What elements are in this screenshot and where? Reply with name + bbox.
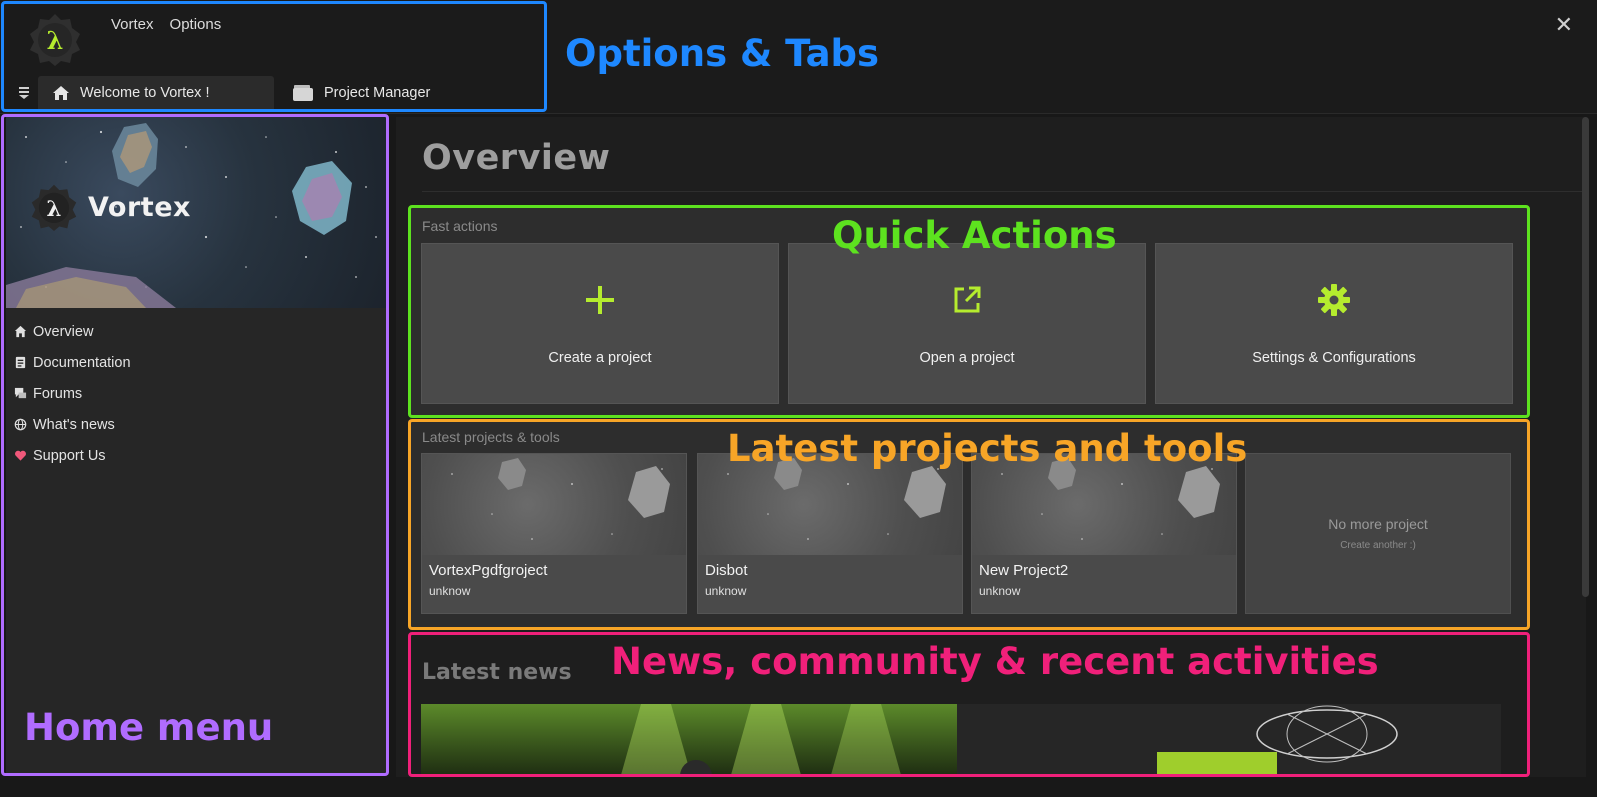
home-icon — [53, 86, 69, 100]
no-more-project-subtitle: Create another :) — [1340, 540, 1416, 551]
tab-welcome-label: Welcome to Vortex ! — [80, 85, 210, 101]
tab-project-manager[interactable]: Project Manager — [278, 76, 478, 110]
home-menu: λ Vortex Overview Documentation Forums W… — [6, 117, 389, 775]
news-image-art — [1157, 705, 1398, 775]
tab-menu-toggle[interactable] — [10, 76, 38, 110]
menu-bar: Vortex Options — [111, 16, 221, 33]
svg-text:λ: λ — [47, 197, 62, 222]
title-bar: λ Vortex Options ✕ Welcome to Vortex ! P… — [0, 0, 1597, 114]
document-icon — [15, 356, 26, 369]
vortex-logo-icon: λ — [31, 184, 77, 231]
project-card[interactable]: VortexPgdfgroject unknow — [421, 453, 687, 614]
project-name: New Project2 — [979, 562, 1069, 579]
app-logo-icon[interactable]: λ — [28, 12, 82, 66]
project-card[interactable]: Disbot unknow — [697, 453, 963, 614]
heart-icon — [15, 450, 26, 461]
tab-project-manager-label: Project Manager — [324, 85, 431, 101]
project-thumbnail-art — [451, 458, 670, 540]
globe-icon — [14, 418, 27, 431]
project-thumbnail-art — [727, 458, 946, 540]
sidebar-item-documentation[interactable]: Documentation — [14, 347, 131, 378]
external-link-icon — [954, 286, 981, 313]
sidebar-item-whats-news[interactable]: What's news — [14, 409, 131, 440]
sidebar-item-label: Forums — [33, 385, 83, 402]
title-divider — [422, 191, 1582, 192]
sidebar-item-overview[interactable]: Overview — [14, 316, 131, 347]
sidebar-item-label: Support Us — [33, 447, 106, 464]
menu-options[interactable]: Options — [170, 16, 222, 33]
page-title: Overview — [422, 138, 611, 178]
settings-button[interactable]: Settings & Configurations — [1155, 243, 1513, 404]
folder-icon — [293, 85, 313, 101]
menu-vortex[interactable]: Vortex — [111, 16, 154, 33]
home-icon — [14, 325, 27, 338]
no-more-project-title: No more project — [1328, 516, 1428, 532]
project-subtitle: unknow — [979, 584, 1021, 598]
sidebar-item-label: What's news — [33, 416, 115, 433]
sidebar-brand-name: Vortex — [88, 191, 191, 223]
gear-icon — [1318, 284, 1350, 316]
latest-news-title: Latest news — [422, 660, 572, 685]
project-subtitle: unknow — [705, 584, 747, 598]
project-thumbnail-art — [1001, 458, 1220, 540]
tab-bar: Welcome to Vortex ! Project Manager — [10, 76, 478, 110]
sidebar-hero-banner: λ Vortex — [6, 117, 389, 308]
sidebar-nav: Overview Documentation Forums What's new… — [14, 316, 131, 471]
plus-icon — [586, 286, 614, 314]
svg-text:λ: λ — [47, 26, 64, 55]
project-thumbnail — [698, 454, 962, 555]
main-scrollbar[interactable] — [1582, 117, 1589, 597]
news-image-art — [621, 704, 901, 775]
open-project-label: Open a project — [919, 350, 1015, 366]
chat-icon — [14, 387, 27, 399]
project-name: VortexPgdfgroject — [429, 562, 548, 579]
no-more-project-card[interactable]: No more project Create another :) — [1245, 453, 1511, 614]
settings-label: Settings & Configurations — [1252, 350, 1416, 366]
sidebar-item-label: Documentation — [33, 354, 131, 371]
open-project-button[interactable]: Open a project — [788, 243, 1146, 404]
tab-welcome[interactable]: Welcome to Vortex ! — [38, 76, 274, 110]
project-thumbnail — [972, 454, 1236, 555]
create-project-label: Create a project — [548, 350, 652, 366]
collapse-arrow-icon — [19, 87, 29, 99]
news-card[interactable] — [421, 704, 957, 775]
project-name: Disbot — [705, 562, 748, 579]
project-thumbnail — [422, 454, 686, 555]
sidebar-item-label: Overview — [33, 323, 94, 340]
fast-actions-label: Fast actions — [422, 218, 498, 234]
sidebar-item-forums[interactable]: Forums — [14, 378, 131, 409]
news-card[interactable] — [957, 704, 1501, 775]
sidebar-item-support-us[interactable]: Support Us — [14, 440, 131, 471]
sidebar-brand: λ Vortex — [30, 183, 191, 231]
close-icon[interactable]: ✕ — [1555, 14, 1573, 36]
project-subtitle: unknow — [429, 584, 471, 598]
project-card[interactable]: New Project2 unknow — [971, 453, 1237, 614]
create-project-button[interactable]: Create a project — [421, 243, 779, 404]
latest-projects-label: Latest projects & tools — [422, 429, 560, 445]
